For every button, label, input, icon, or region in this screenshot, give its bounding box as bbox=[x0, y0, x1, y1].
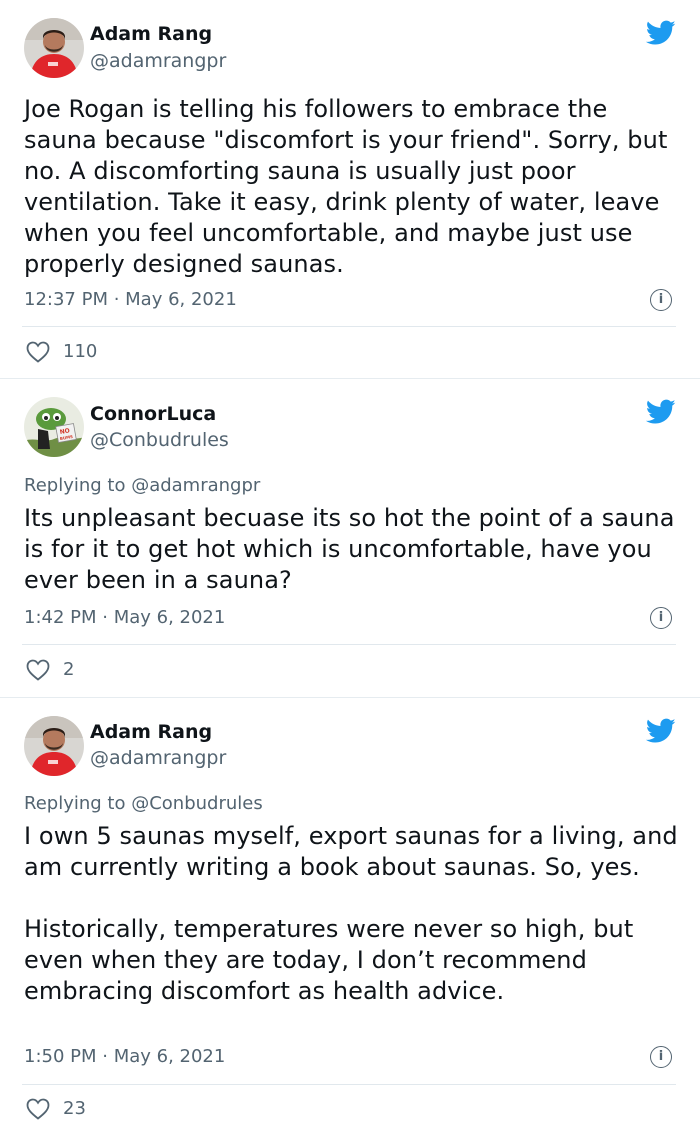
tweet-text: Joe Rogan is telling his followers to em… bbox=[24, 95, 668, 278]
tweet-timestamp[interactable]: 1:50 PM · May 6, 2021 bbox=[24, 1046, 225, 1067]
twitter-bird-icon bbox=[646, 20, 676, 45]
tweet-text: I own 5 saunas myself, export saunas for… bbox=[24, 822, 678, 1005]
heart-icon[interactable] bbox=[26, 1098, 50, 1120]
info-icon[interactable]: i bbox=[650, 1046, 672, 1068]
like-count: 23 bbox=[63, 1098, 86, 1119]
avatar[interactable]: NO BUMS bbox=[24, 397, 84, 457]
like-count: 110 bbox=[63, 341, 98, 362]
heart-icon[interactable] bbox=[26, 659, 50, 681]
twitter-bird-icon bbox=[646, 718, 676, 743]
replying-to[interactable]: Replying to @Conbudrules bbox=[24, 793, 263, 814]
author-handle[interactable]: @Conbudrules bbox=[90, 429, 229, 451]
twitter-bird-icon bbox=[646, 399, 676, 424]
tweet-1: Adam Rang @adamrangpr Joe Rogan is telli… bbox=[0, 0, 700, 378]
divider bbox=[22, 326, 676, 327]
author-name[interactable]: Adam Rang bbox=[90, 23, 212, 45]
info-icon[interactable]: i bbox=[650, 289, 672, 311]
tweet-timestamp[interactable]: 1:42 PM · May 6, 2021 bbox=[24, 607, 225, 628]
divider bbox=[22, 1084, 676, 1085]
tweet-text: Its unpleasant becuase its so hot the po… bbox=[24, 504, 675, 594]
heart-icon[interactable] bbox=[26, 341, 50, 363]
replying-to[interactable]: Replying to @adamrangpr bbox=[24, 475, 260, 496]
divider bbox=[22, 644, 676, 645]
author-name[interactable]: ConnorLuca bbox=[90, 403, 216, 425]
author-name[interactable]: Adam Rang bbox=[90, 721, 212, 743]
info-icon[interactable]: i bbox=[650, 607, 672, 629]
avatar[interactable] bbox=[24, 716, 84, 776]
author-handle[interactable]: @adamrangpr bbox=[90, 50, 226, 72]
tweet-2: NO BUMS ConnorLuca @Conbudrules Replying… bbox=[0, 379, 700, 697]
author-handle[interactable]: @adamrangpr bbox=[90, 747, 226, 769]
tweet-timestamp[interactable]: 12:37 PM · May 6, 2021 bbox=[24, 289, 237, 310]
like-count: 2 bbox=[63, 659, 75, 680]
tweet-3: Adam Rang @adamrangpr Replying to @Conbu… bbox=[0, 698, 700, 1138]
avatar[interactable] bbox=[24, 18, 84, 78]
